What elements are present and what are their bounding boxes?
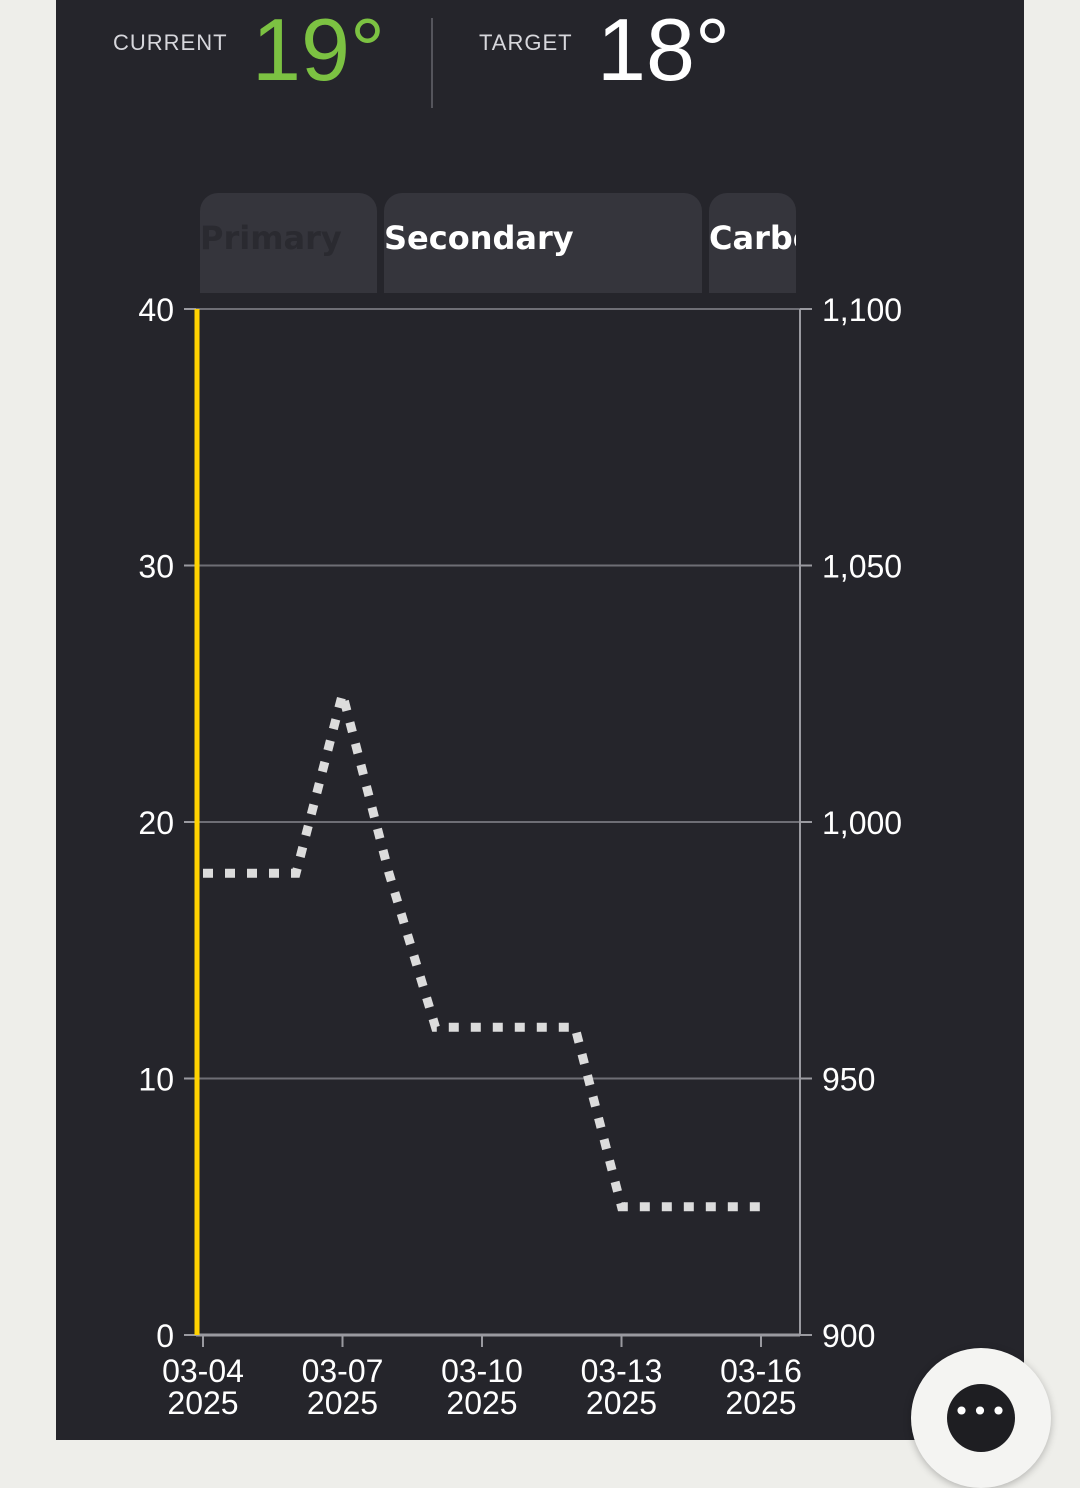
y-left-tick-label: 20 xyxy=(138,805,174,841)
y-right-tick-label: 1,100 xyxy=(822,292,902,328)
x-tick-label: 03-13 xyxy=(581,1353,663,1389)
y-left-tick-label: 40 xyxy=(138,292,174,328)
series-point xyxy=(760,1206,762,1208)
y-left-tick-label: 10 xyxy=(138,1062,174,1098)
x-tick-label: 03-10 xyxy=(441,1353,523,1389)
x-tick-label: 03-07 xyxy=(302,1353,384,1389)
y-right-tick-label: 1,050 xyxy=(822,549,902,585)
series-point xyxy=(574,1026,576,1028)
more-horizontal-icon: ••• xyxy=(947,1384,1015,1452)
y-left-tick-label: 0 xyxy=(156,1318,174,1354)
y-right-tick-label: 1,000 xyxy=(822,805,902,841)
x-tick-label-year: 2025 xyxy=(446,1385,517,1421)
history-chart: 0 90010 95020 1,00030 1,05040 1,10003-0420250… xyxy=(138,292,902,1421)
x-tick-label-year: 2025 xyxy=(307,1385,378,1421)
thermostat-panel: CURRENT 19° TARGET 18° Primary Secondary… xyxy=(56,0,1024,1440)
series-point xyxy=(342,693,344,695)
x-tick-label: 03-16 xyxy=(720,1353,802,1389)
y-right-tick-label: 950 xyxy=(822,1062,875,1098)
menu-button[interactable]: ••• xyxy=(911,1348,1051,1488)
x-tick-label: 03-04 xyxy=(162,1353,244,1389)
x-tick-label-year: 2025 xyxy=(586,1385,657,1421)
y-left-tick-label: 30 xyxy=(138,549,174,585)
x-tick-label-year: 2025 xyxy=(725,1385,796,1421)
series-point xyxy=(528,1026,530,1028)
x-tick-label-year: 2025 xyxy=(167,1385,238,1421)
series-point xyxy=(481,1026,483,1028)
series-line xyxy=(203,675,761,1212)
y-right-tick-label: 900 xyxy=(822,1318,875,1354)
